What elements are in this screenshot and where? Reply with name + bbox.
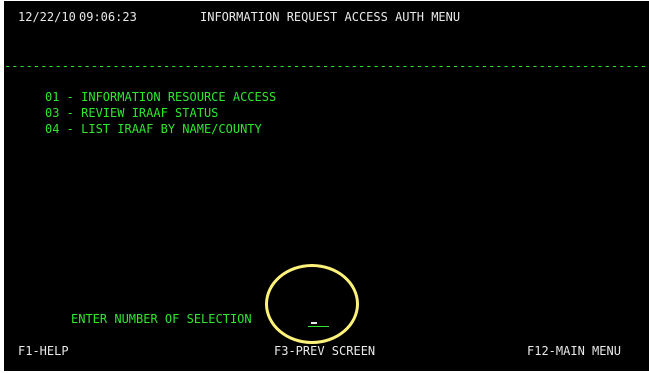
f1-help-key[interactable]: F1-HELP [18,344,69,359]
highlight-circle [265,264,359,344]
screen-title: INFORMATION REQUEST ACCESS AUTH MENU [200,10,461,24]
header-time: 09:06:23 [79,10,137,24]
menu-option-01[interactable]: 01 - INFORMATION RESOURCE ACCESS [45,90,276,105]
menu-option-03[interactable]: 03 - REVIEW IRAAF STATUS [45,106,218,121]
header-date: 12/22/10 [18,10,76,24]
terminal-screen: 12/22/10 09:06:23 INFORMATION REQUEST AC… [4,1,649,371]
selection-prompt-label: ENTER NUMBER OF SELECTION [71,312,252,326]
menu-option-04[interactable]: 04 - LIST IRAAF BY NAME/COUNTY [45,122,262,137]
divider-line: ----------------------------------------… [4,59,649,73]
f3-prev-screen-key[interactable]: F3-PREV SCREEN [274,344,375,359]
f12-main-menu-key[interactable]: F12-MAIN MENU [527,344,621,359]
